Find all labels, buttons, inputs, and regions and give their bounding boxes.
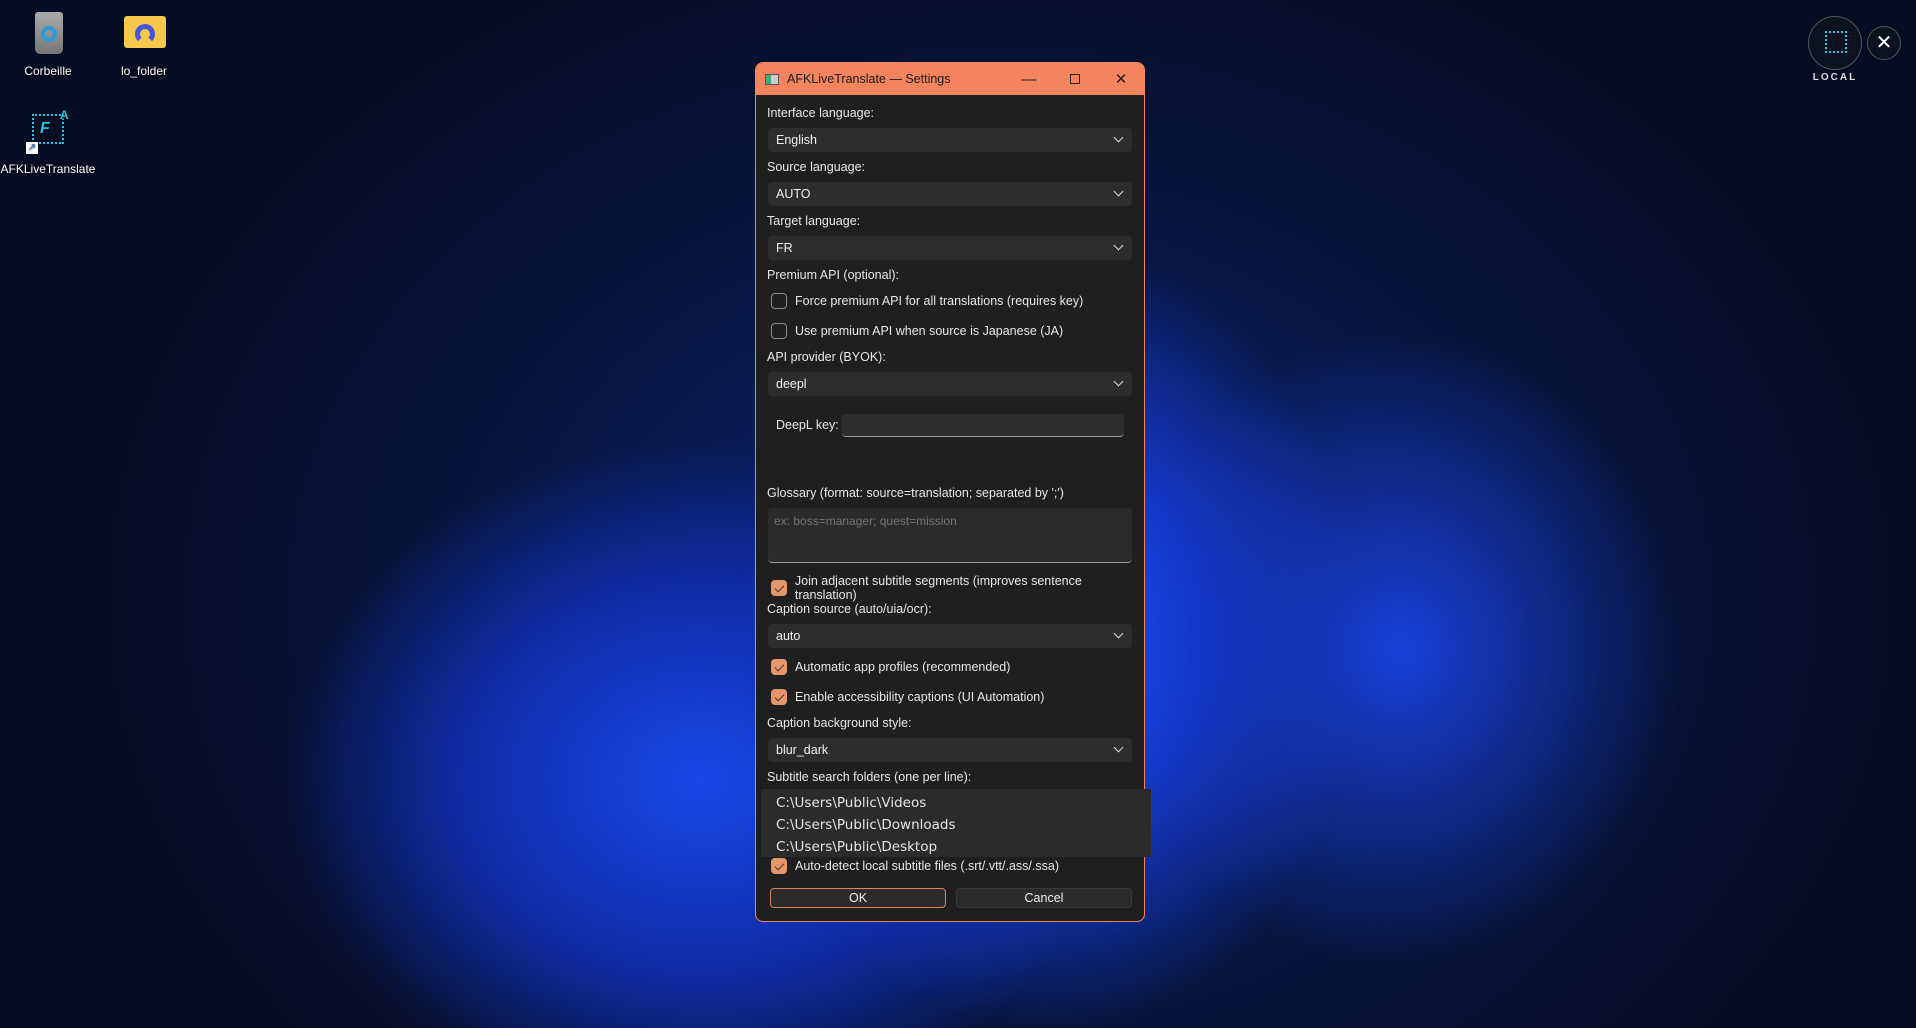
target-language-select[interactable]: FR xyxy=(768,236,1132,260)
checkbox-checked-icon xyxy=(771,580,787,596)
folder-icon xyxy=(120,10,168,58)
cancel-button[interactable]: Cancel xyxy=(956,888,1132,908)
chevron-down-icon xyxy=(1113,186,1124,197)
caption-bg-label: Caption background style: xyxy=(767,716,912,730)
source-language-label: Source language: xyxy=(767,160,865,174)
deepl-key-label: DeepL key: xyxy=(776,418,839,432)
desktop-icon-label: lo_folder xyxy=(120,64,168,78)
subtitle-folders-textarea[interactable]: C:\Users\Public\Videos C:\Users\Public\D… xyxy=(761,789,1151,857)
checkbox-checked-icon xyxy=(771,659,787,675)
app-logo-icon xyxy=(1825,31,1847,53)
app-shortcut-icon: F A ↗ xyxy=(26,108,69,154)
api-provider-select[interactable]: deepl xyxy=(768,372,1132,396)
checkbox-label: Join adjacent subtitle segments (improve… xyxy=(794,574,1082,602)
caption-bg-select[interactable]: blur_dark xyxy=(768,738,1132,762)
minimize-button[interactable]: — xyxy=(1006,63,1052,95)
checkbox-label: Force premium API for all translations (… xyxy=(795,294,1084,308)
join-segments-checkbox[interactable]: Join adjacent subtitle segments (improve… xyxy=(771,574,1144,602)
chevron-down-icon xyxy=(1113,376,1124,387)
selected-value: auto xyxy=(776,629,801,643)
source-language-select[interactable]: AUTO xyxy=(768,182,1132,206)
folder-line: C:\Users\Public\Downloads xyxy=(776,817,956,833)
checkbox-checked-icon xyxy=(771,689,787,705)
checkbox-icon xyxy=(771,323,787,339)
selected-value: deepl xyxy=(776,377,807,391)
premium-api-label: Premium API (optional): xyxy=(767,268,899,282)
local-badge-label: LOCAL xyxy=(1812,72,1858,83)
auto-profiles-checkbox[interactable]: Automatic app profiles (recommended) xyxy=(771,659,1010,675)
selected-value: AUTO xyxy=(776,187,811,201)
accessibility-captions-checkbox[interactable]: Enable accessibility captions (UI Automa… xyxy=(771,689,1044,705)
desktop-icon-lo-folder[interactable]: lo_folder xyxy=(96,10,192,78)
glossary-textarea[interactable] xyxy=(768,508,1132,563)
caption-source-label: Caption source (auto/uia/ocr): xyxy=(767,602,932,616)
checkbox-icon xyxy=(771,293,787,309)
desktop-icon-label: AFKLiveTranslate xyxy=(0,162,96,176)
checkbox-label: Auto-detect local subtitle files (.srt/.… xyxy=(795,859,1059,873)
chevron-down-icon xyxy=(1113,132,1124,143)
local-mode-button[interactable] xyxy=(1808,16,1862,70)
folder-line: C:\Users\Public\Desktop xyxy=(776,839,938,855)
title-bar[interactable]: AFKLiveTranslate — Settings — ✕ xyxy=(756,63,1144,95)
checkbox-label: Enable accessibility captions (UI Automa… xyxy=(795,690,1045,704)
target-language-label: Target language: xyxy=(767,214,861,228)
checkbox-checked-icon xyxy=(771,858,787,874)
settings-dialog: AFKLiveTranslate — Settings — ✕ Interfac… xyxy=(755,62,1151,922)
ok-button[interactable]: OK xyxy=(770,888,946,908)
desktop-icon-afklivetranslate[interactable]: F A ↗ AFKLiveTranslate xyxy=(0,108,96,176)
premium-ja-checkbox[interactable]: Use premium API when source is Japanese … xyxy=(771,323,1063,339)
chevron-down-icon xyxy=(1113,628,1124,639)
selected-value: blur_dark xyxy=(776,743,829,757)
checkbox-label: Use premium API when source is Japanese … xyxy=(795,324,1064,338)
caption-source-select[interactable]: auto xyxy=(768,624,1132,648)
interface-language-select[interactable]: English xyxy=(768,128,1132,152)
overlay-close-button[interactable]: ✕ xyxy=(1867,26,1901,60)
autodetect-subtitles-checkbox[interactable]: Auto-detect local subtitle files (.srt/.… xyxy=(771,858,1059,874)
desktop-icon-corbeille[interactable]: Corbeille xyxy=(0,10,96,78)
desktop-icon-label: Corbeille xyxy=(24,64,72,78)
selected-value: English xyxy=(776,133,817,147)
close-icon: ✕ xyxy=(1875,32,1893,54)
selected-value: FR xyxy=(776,241,793,255)
deepl-key-input[interactable] xyxy=(842,414,1124,437)
recycle-bin-icon xyxy=(24,10,72,58)
checkbox-label: Automatic app profiles (recommended) xyxy=(795,660,1011,674)
api-provider-label: API provider (BYOK): xyxy=(767,350,886,364)
close-button[interactable]: ✕ xyxy=(1098,63,1144,95)
maximize-button[interactable] xyxy=(1052,63,1098,95)
app-window-icon xyxy=(765,73,779,85)
subtitle-folders-label: Subtitle search folders (one per line): xyxy=(767,770,972,784)
folder-line: C:\Users\Public\Videos xyxy=(776,795,927,811)
window-title: AFKLiveTranslate — Settings xyxy=(787,72,951,86)
glossary-label: Glossary (format: source=translation; se… xyxy=(767,486,1064,500)
interface-language-label: Interface language: xyxy=(767,106,875,120)
chevron-down-icon xyxy=(1113,240,1124,251)
force-premium-checkbox[interactable]: Force premium API for all translations (… xyxy=(771,293,1083,309)
chevron-down-icon xyxy=(1113,742,1124,753)
